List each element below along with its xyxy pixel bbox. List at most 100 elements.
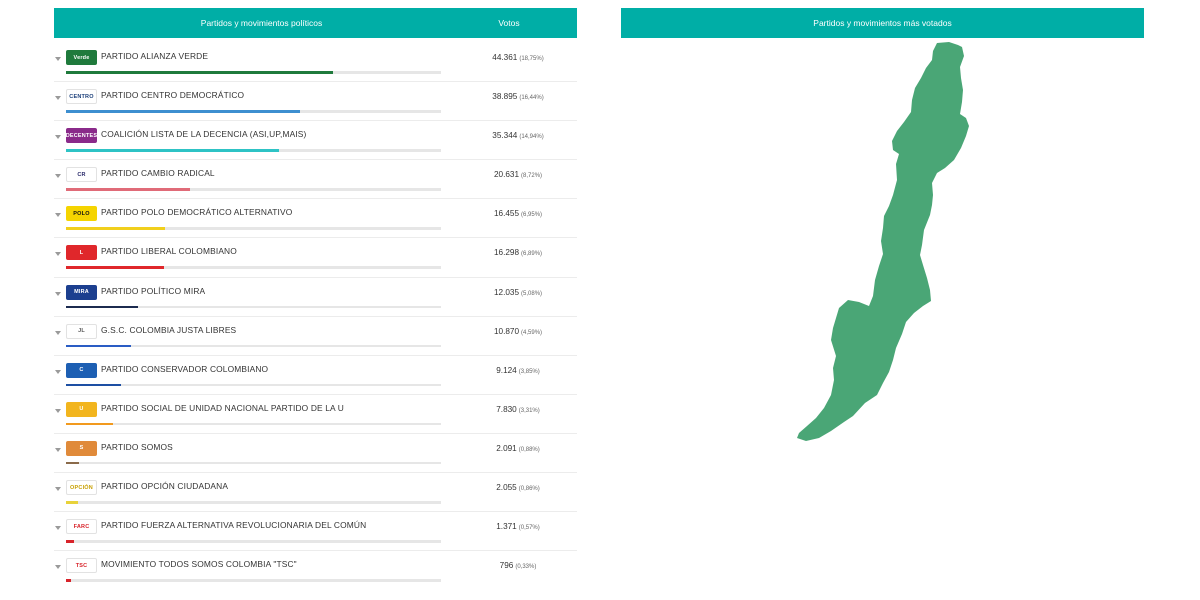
- vote-share-bar: [66, 579, 441, 582]
- party-logo-icon: FARC: [66, 519, 97, 535]
- vote-count: 7.830: [496, 404, 517, 414]
- party-logo-icon: C: [66, 362, 97, 378]
- vote-count: 16.298: [493, 248, 520, 258]
- party-name: G.S.C. COLOMBIA JUSTA LIBRES: [101, 324, 237, 335]
- vote-count: 20.631: [493, 170, 520, 180]
- vote-share-bar-fill: [66, 71, 334, 74]
- vote-share-bar-fill: [66, 149, 279, 152]
- expand-caret-icon[interactable]: [55, 291, 61, 296]
- party-votes: 20.631 (8,72%): [468, 170, 568, 179]
- table-row[interactable]: TSC MOVIMIENTO TODOS SOMOS COLOMBIA "TSC"…: [54, 551, 577, 590]
- party-name: PARTIDO LIBERAL COLOMBIANO: [101, 246, 237, 257]
- table-row[interactable]: CR PARTIDO CAMBIO RADICAL 20.631 (8,72%): [54, 160, 577, 200]
- vote-share-bar-fill: [66, 579, 71, 582]
- vote-percentage: (0,88%): [518, 446, 540, 453]
- expand-caret-icon[interactable]: [55, 330, 61, 335]
- vote-share-bar-fill: [66, 461, 79, 465]
- table-row[interactable]: OPCIÓN PARTIDO OPCIÓN CIUDADANA 2.055 (0,86…: [54, 473, 577, 513]
- vote-share-bar: [66, 501, 441, 504]
- table-row[interactable]: FARC PARTIDO FUERZA ALTERNATIVA REVOLUCIO…: [54, 512, 577, 552]
- table-row[interactable]: C PARTIDO CONSERVADOR COLOMBIANO 9.124 (3,8…: [54, 356, 577, 395]
- table-row[interactable]: DECENTES COALICIÓN LISTA DE LA DECENCIA (…: [54, 121, 577, 161]
- vote-share-bar-fill: [66, 188, 191, 191]
- vote-count: 9.124: [496, 365, 517, 375]
- party-votes: 1.371 (0,57%): [468, 522, 568, 531]
- vote-percentage: (0,86%): [518, 486, 540, 493]
- party-votes: 16.298 (6,89%): [468, 248, 568, 257]
- vote-percentage: (3,31%): [518, 407, 540, 414]
- expand-caret-icon[interactable]: [55, 369, 61, 374]
- expand-caret-icon[interactable]: [55, 96, 61, 101]
- header-votes-column[interactable]: Votos: [464, 8, 554, 38]
- expand-caret-icon[interactable]: [55, 57, 61, 61]
- party-logo-icon: JL: [66, 323, 97, 339]
- vote-count: 44.361: [492, 53, 518, 62]
- expand-caret-icon[interactable]: [55, 447, 61, 452]
- party-logo-icon: Verde: [66, 50, 97, 65]
- vote-share-bar: [66, 71, 441, 74]
- vote-count: 2.055: [496, 483, 517, 493]
- party-votes: 38.895 (16,44%): [468, 92, 568, 101]
- vote-share-bar-fill: [66, 110, 301, 113]
- expand-caret-icon[interactable]: [55, 213, 61, 218]
- header-party-column[interactable]: Partidos y movimientos políticos: [54, 8, 469, 38]
- vote-percentage: (16,44%): [519, 95, 544, 102]
- table-row[interactable]: L PARTIDO LIBERAL COLOMBIANO 16.298 (6,89%): [54, 238, 577, 278]
- vote-share-bar: [66, 422, 441, 426]
- vote-share-bar: [66, 266, 441, 269]
- table-row[interactable]: Verde PARTIDO ALIANZA VERDE 44.361 (18,75%): [54, 43, 577, 83]
- expand-caret-icon[interactable]: [55, 565, 61, 570]
- party-votes: 2.055 (0,86%): [468, 483, 568, 492]
- party-list: Verde PARTIDO ALIANZA VERDE 44.361 (18,75%)…: [54, 43, 577, 590]
- vote-count: 35.344: [492, 131, 518, 141]
- expand-caret-icon[interactable]: [55, 135, 61, 140]
- vote-share-bar: [66, 383, 441, 387]
- table-row[interactable]: CENTRO PARTIDO CENTRO DEMOCRÁTICO 38.895 (1…: [54, 82, 577, 122]
- vote-share-bar-fill: [66, 501, 79, 504]
- table-row[interactable]: POLO PARTIDO POLO DEMOCRÁTICO ALTERNATIVO…: [54, 199, 577, 239]
- vote-share-bar: [66, 149, 441, 152]
- vote-count: 796: [499, 561, 514, 571]
- table-row[interactable]: JL G.S.C. COLOMBIA JUSTA LIBRES 10.870 (4,5…: [54, 317, 577, 356]
- map-region[interactable]: [797, 42, 969, 441]
- vote-percentage: (8,72%): [521, 173, 543, 180]
- party-name: PARTIDO POLÍTICO MIRA: [101, 285, 206, 296]
- vote-percentage: (0,57%): [518, 525, 540, 532]
- table-row[interactable]: S PARTIDO SOMOS 2.091 (0,88%): [54, 434, 577, 474]
- expand-caret-icon[interactable]: [55, 408, 61, 413]
- vote-count: 16.455: [493, 209, 520, 219]
- expand-caret-icon[interactable]: [55, 526, 61, 531]
- expand-caret-icon[interactable]: [55, 252, 61, 257]
- party-name: PARTIDO CAMBIO RADICAL: [101, 168, 215, 179]
- vote-share-bar: [66, 227, 441, 230]
- table-row[interactable]: U PARTIDO SOCIAL DE UNIDAD NACIONAL PARTI…: [54, 395, 577, 434]
- party-votes: 2.091 (0,88%): [468, 444, 568, 453]
- vote-percentage: (3,85%): [518, 368, 540, 375]
- results-table: Partidos y movimientos políticos Votos V…: [54, 8, 577, 600]
- party-votes: 7.830 (3,31%): [468, 405, 568, 414]
- vote-share-bar-fill: [66, 305, 139, 309]
- party-name: MOVIMIENTO TODOS SOMOS COLOMBIA "TSC": [101, 559, 297, 570]
- party-name: PARTIDO CENTRO DEMOCRÁTICO: [101, 90, 245, 101]
- map-panel: Partidos y movimientos más votados: [621, 8, 1144, 600]
- vote-count: 10.870: [493, 326, 520, 336]
- expand-caret-icon[interactable]: [55, 174, 61, 179]
- vote-percentage: (18,75%): [519, 56, 544, 62]
- party-name: PARTIDO CONSERVADOR COLOMBIANO: [101, 363, 269, 374]
- vote-share-bar: [66, 461, 441, 465]
- party-votes: 9.124 (3,85%): [468, 366, 568, 375]
- vote-share-bar-fill: [66, 383, 121, 387]
- vote-share-bar-fill: [66, 422, 114, 426]
- vote-share-bar: [66, 305, 441, 309]
- vote-share-bar-fill: [66, 540, 75, 543]
- party-logo-icon: OPCIÓN: [66, 480, 97, 496]
- party-logo-icon: MIRA: [66, 284, 97, 300]
- party-votes: 10.870 (4,59%): [468, 327, 568, 336]
- table-row[interactable]: MIRA PARTIDO POLÍTICO MIRA 12.035 (5,08%): [54, 278, 577, 317]
- expand-caret-icon[interactable]: [55, 487, 61, 492]
- vote-percentage: (14,94%): [519, 134, 544, 141]
- vote-count: 12.035: [493, 287, 520, 297]
- party-name: PARTIDO POLO DEMOCRÁTICO ALTERNATIVO: [101, 207, 293, 218]
- vote-share-bar-fill: [66, 227, 166, 230]
- party-name: PARTIDO ALIANZA VERDE: [101, 51, 209, 61]
